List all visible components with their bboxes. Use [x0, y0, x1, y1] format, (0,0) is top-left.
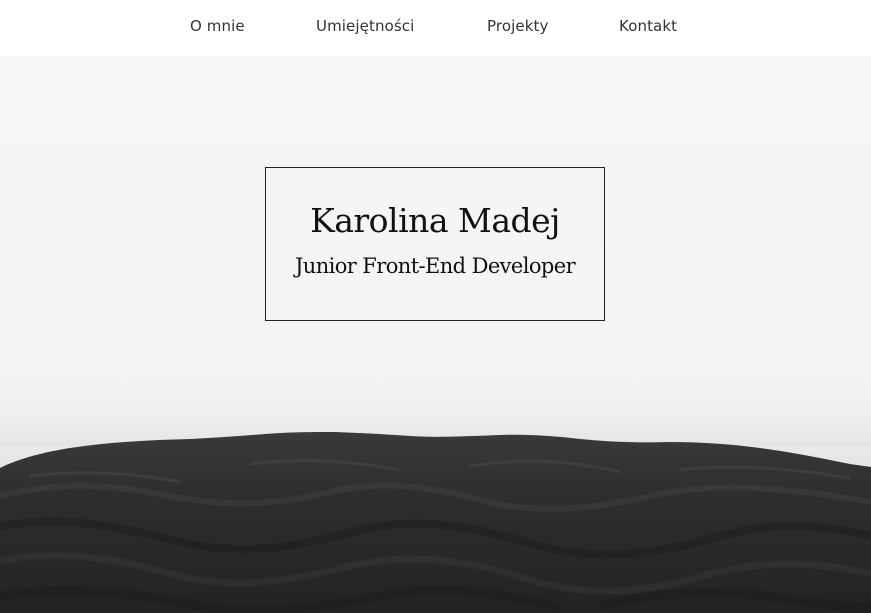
- page-subtitle: Junior Front-End Developer: [294, 254, 576, 278]
- nav-link-umiejetnosci[interactable]: Umiejętności: [316, 17, 414, 35]
- dunes-background-image: [0, 386, 871, 613]
- nav-link-projekty[interactable]: Projekty: [487, 17, 548, 35]
- nav-link-kontakt[interactable]: Kontakt: [619, 17, 677, 35]
- page-title: Karolina Madej: [310, 201, 560, 240]
- page: O mnie Umiejętności Projekty Kontakt Kar…: [0, 0, 871, 613]
- title-card: Karolina Madej Junior Front-End Develope…: [265, 167, 605, 321]
- nav-link-o-mnie[interactable]: O mnie: [190, 17, 245, 35]
- top-navigation: O mnie Umiejętności Projekty Kontakt: [0, 0, 871, 56]
- hero-section: [0, 56, 871, 613]
